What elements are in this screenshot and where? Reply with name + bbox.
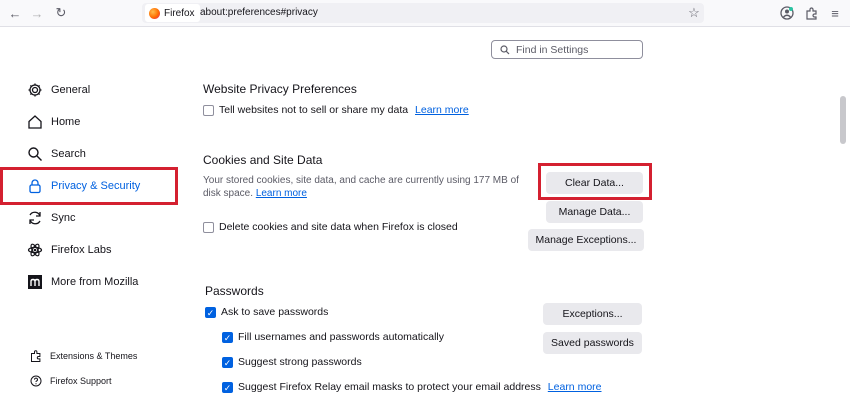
sidebar-item-label: Firefox Support [50,376,112,386]
ask-save-passwords-checkbox[interactable]: ✓ [205,307,216,318]
website-privacy-heading: Website Privacy Preferences [203,82,357,96]
menu-icon[interactable]: ≡ [826,4,844,22]
relay-row: Suggest Firefox Relay email masks to pro… [238,381,602,393]
autofill-label[interactable]: Fill usernames and passwords automatical… [238,331,444,343]
suggest-strong-checkbox[interactable]: ✓ [222,357,233,368]
cookies-desc-line1: Your stored cookies, site data, and cach… [203,175,519,186]
search-icon [500,44,510,54]
identity-label: Firefox [164,7,195,19]
saved-passwords-button[interactable]: Saved passwords [543,332,642,354]
puzzle-icon [31,350,41,362]
learn-more-link[interactable]: Learn more [415,104,469,116]
cookies-heading: Cookies and Site Data [203,153,323,167]
password-exceptions-button[interactable]: Exceptions... [543,303,642,325]
gear-icon [28,83,42,97]
account-icon[interactable] [778,4,796,22]
cookies-desc-line2-row: disk space. Learn more [203,187,519,200]
clear-data-highlight-box [538,163,652,200]
extensions-icon[interactable] [802,4,820,22]
back-icon[interactable]: ← [6,4,24,22]
manage-data-button[interactable]: Manage Data... [546,201,643,223]
sidebar-item-home[interactable]: Home [27,114,80,130]
lock-icon [29,179,41,194]
help-icon [30,375,42,387]
reload-icon[interactable]: ↻ [52,4,70,22]
labs-icon [27,243,43,257]
relay-label[interactable]: Suggest Firefox Relay email masks to pro… [238,381,541,393]
sync-icon [29,211,41,225]
sidebar-item-label: General [51,84,91,96]
sidebar-item-label: Search [51,148,86,160]
firefox-logo-icon [149,7,160,19]
search-icon [28,147,42,161]
url-text[interactable]: about:preferences#privacy [200,7,318,18]
sidebar-item-label: Sync [51,212,76,224]
suggest-strong-label[interactable]: Suggest strong passwords [238,356,362,368]
passwords-heading: Passwords [205,284,264,298]
manage-exceptions-button[interactable]: Manage Exceptions... [528,229,644,251]
sidebar-item-label: Firefox Labs [51,244,112,256]
sidebar-item-label: Home [51,116,81,128]
sell-share-checkbox[interactable] [203,105,214,116]
learn-more-link[interactable]: Learn more [256,188,307,199]
identity-box[interactable]: Firefox [145,4,200,22]
relay-learn-more-link[interactable]: Learn more [548,381,602,393]
sidebar-item-firefox-labs[interactable]: Firefox Labs [27,242,112,258]
relay-checkbox[interactable]: ✓ [222,382,233,393]
sidebar-item-label: Privacy & Security [51,180,141,192]
sidebar-item-search[interactable]: Search [27,146,86,162]
delete-cookies-checkbox[interactable] [203,222,214,233]
bookmark-star-icon[interactable]: ☆ [685,4,703,22]
cookies-description: Your stored cookies, site data, and cach… [203,174,519,200]
sidebar-item-more-from-mozilla[interactable]: More from Mozilla [27,274,138,290]
sidebar-item-sync[interactable]: Sync [27,210,75,226]
home-icon [28,115,42,129]
sidebar-item-general[interactable]: General [27,82,90,98]
sidebar-item-firefox-support[interactable]: Firefox Support [30,375,112,387]
sidebar-item-extensions-themes[interactable]: Extensions & Themes [30,350,137,362]
browser-toolbar: ← → ↻ Firefox about:preferences#privacy … [0,0,850,27]
forward-icon[interactable]: → [28,4,46,22]
sidebar-item-privacy[interactable]: Privacy & Security [27,178,140,194]
scrollbar[interactable] [840,96,846,144]
sidebar-item-label: More from Mozilla [51,276,139,288]
sell-share-label[interactable]: Tell websites not to sell or share my da… [219,104,408,116]
mozilla-icon [28,275,42,289]
search-placeholder: Find in Settings [516,43,589,56]
ask-save-passwords-label[interactable]: Ask to save passwords [221,306,328,318]
delete-cookies-label[interactable]: Delete cookies and site data when Firefo… [219,221,458,233]
sidebar-item-label: Extensions & Themes [50,351,138,361]
sell-share-row: Tell websites not to sell or share my da… [219,104,469,116]
autofill-checkbox[interactable]: ✓ [222,332,233,343]
cookies-desc-line2: disk space. [203,188,254,199]
search-input[interactable]: Find in Settings [491,40,643,59]
